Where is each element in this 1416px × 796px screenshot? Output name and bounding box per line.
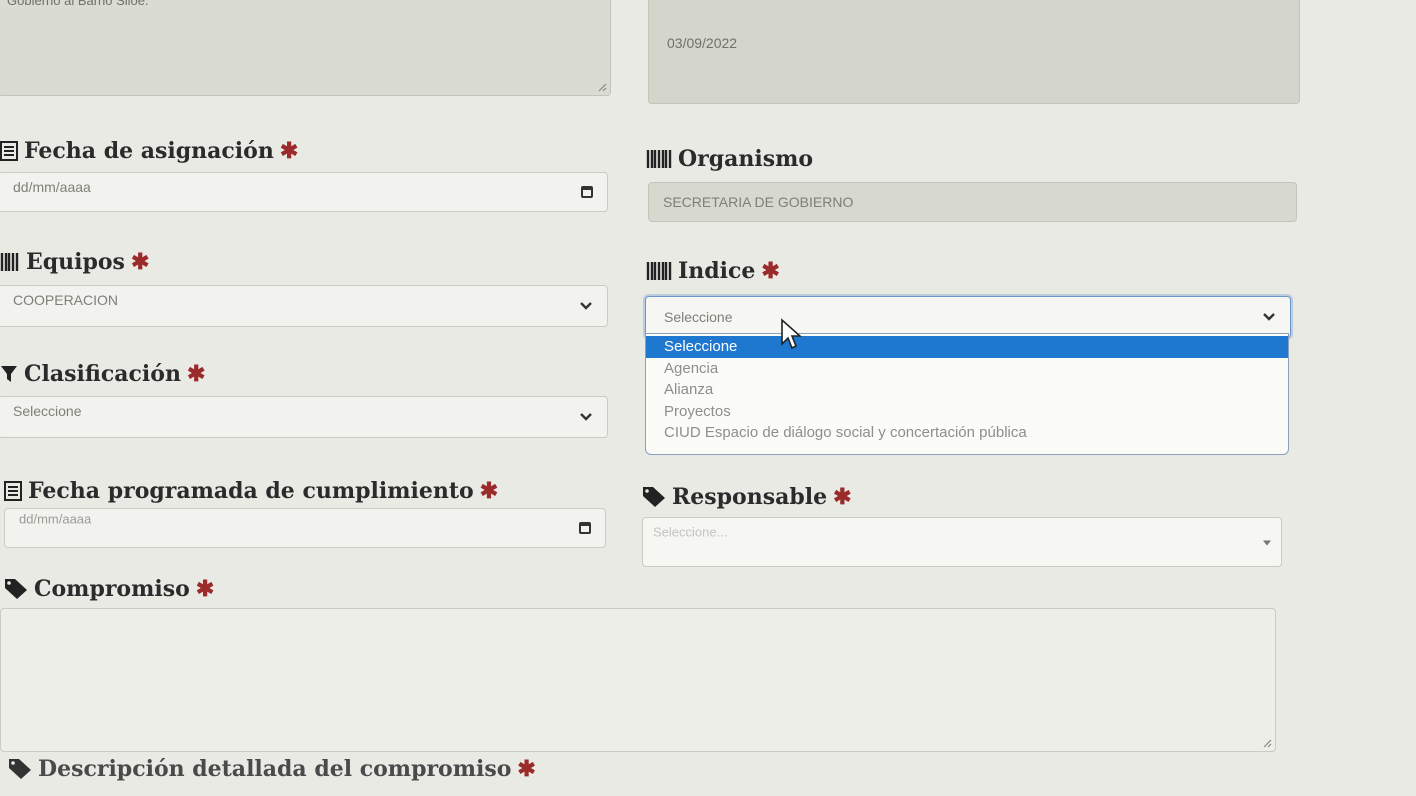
fecha-asignacion-text: Fecha de asignación [24, 138, 274, 164]
indice-option[interactable]: CIUD Espacio de diálogo social y concert… [646, 424, 1288, 444]
fecha-registro-box: 03/09/2022 [648, 0, 1300, 104]
organismo-input: SECRETARIA DE GOBIERNO [648, 182, 1297, 222]
equipos-value: COOPERACION [13, 292, 119, 308]
chevron-down-icon [580, 302, 592, 310]
required-mark: ✱ [761, 258, 780, 284]
indice-select[interactable]: Seleccione [645, 296, 1291, 338]
fecha-cumplimiento-placeholder: dd/mm/aaaa [19, 511, 92, 527]
required-mark: ✱ [833, 484, 852, 510]
organismo-label: Organismo [646, 146, 813, 172]
barcode-icon [646, 149, 672, 169]
tag-icon [8, 758, 32, 780]
organismo-text: Organismo [678, 146, 814, 172]
mouse-cursor-icon [781, 318, 802, 350]
resize-handle-icon[interactable] [597, 82, 607, 92]
clasificacion-value: Seleccione [13, 403, 82, 419]
indice-label: Indice ✱ [646, 258, 780, 284]
equipos-select[interactable]: COOPERACION [0, 285, 608, 327]
compromiso-text: Compromiso [34, 576, 190, 602]
required-mark: ✱ [479, 478, 499, 504]
clasificacion-text: Clasificación [24, 361, 181, 387]
tag-icon [642, 486, 666, 508]
lugar-textarea-value: Gobierno al Barrio Siloé. [7, 0, 149, 8]
indice-option[interactable]: Seleccione [646, 336, 1288, 358]
compromiso-label: Compromiso ✱ [4, 576, 214, 602]
indice-value: Seleccione [664, 309, 733, 325]
fecha-cumplimiento-label: Fecha programada de cumplimiento ✱ [4, 478, 498, 504]
equipos-label: Equipos ✱ [0, 249, 149, 275]
required-mark: ✱ [130, 249, 150, 275]
barcode-icon [646, 261, 672, 281]
descripcion-label: Descripción detallada del compromiso ✱ [8, 756, 536, 782]
compromiso-textarea[interactable] [0, 608, 1276, 752]
form-page: Gobierno al Barrio Siloé. 03/09/2022 Fec… [0, 0, 1416, 796]
indice-text: Indice [678, 258, 756, 284]
calendar-list-icon [0, 141, 18, 161]
indice-option[interactable]: Proyectos [646, 400, 1288, 424]
lugar-textarea[interactable]: Gobierno al Barrio Siloé. [0, 0, 611, 96]
responsable-label: Responsable ✱ [642, 484, 852, 510]
indice-option[interactable]: Agencia [646, 358, 1288, 379]
caret-down-icon [1263, 540, 1271, 546]
chevron-down-icon [1263, 313, 1275, 321]
responsable-placeholder: Seleccione... [653, 524, 728, 540]
organismo-value: SECRETARIA DE GOBIERNO [663, 194, 854, 210]
fecha-registro-value: 03/09/2022 [667, 35, 738, 51]
clasificacion-select[interactable]: Seleccione [0, 396, 608, 438]
fecha-cumplimiento-text: Fecha programada de cumplimiento [28, 478, 474, 504]
fecha-asignacion-input[interactable]: dd/mm/aaaa [0, 172, 608, 212]
calendar-list-icon [4, 481, 22, 501]
tag-icon [4, 578, 28, 600]
barcode-icon [0, 252, 20, 272]
fecha-asignacion-placeholder: dd/mm/aaaa [13, 179, 91, 195]
required-mark: ✱ [517, 756, 536, 782]
filter-icon [0, 364, 18, 384]
responsable-select[interactable]: Seleccione... [642, 517, 1282, 567]
required-mark: ✱ [279, 138, 299, 164]
fecha-asignacion-label: Fecha de asignación ✱ [0, 138, 298, 164]
chevron-down-icon [580, 413, 592, 421]
descripcion-text: Descripción detallada del compromiso [38, 756, 512, 782]
resize-handle-icon[interactable] [1262, 738, 1272, 748]
calendar-picker-icon[interactable] [579, 522, 591, 534]
required-mark: ✱ [195, 576, 215, 602]
indice-dropdown-list[interactable]: Seleccione Agencia Alianza Proyectos CIU… [645, 333, 1289, 455]
responsable-text: Responsable [672, 484, 828, 510]
calendar-picker-icon[interactable] [581, 186, 593, 198]
indice-option[interactable]: Alianza [646, 379, 1288, 400]
clasificacion-label: Clasificación ✱ [0, 361, 205, 387]
fecha-cumplimiento-input[interactable]: dd/mm/aaaa [4, 508, 606, 548]
equipos-text: Equipos [26, 249, 125, 275]
required-mark: ✱ [186, 361, 206, 387]
